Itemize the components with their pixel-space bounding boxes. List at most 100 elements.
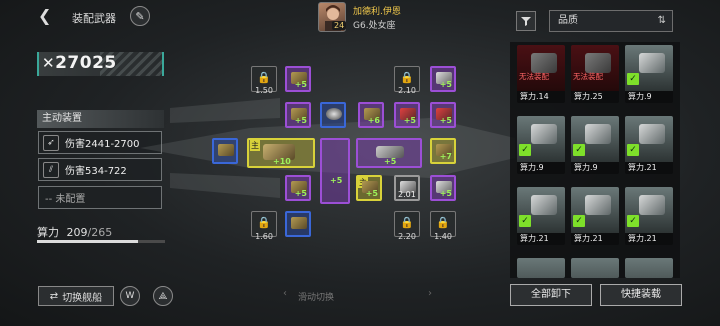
card-label: 算力.9 <box>625 91 673 103</box>
power-accent <box>162 52 164 76</box>
cannon-icon <box>218 144 234 156</box>
plus-label: +5 <box>439 80 452 89</box>
edit-button[interactable]: ✎ <box>130 6 150 26</box>
inventory-card-partial[interactable] <box>571 258 619 278</box>
card-image <box>571 258 619 278</box>
weapon-icon <box>639 53 665 73</box>
power-number: 27025 <box>55 53 117 73</box>
plus-label: +5 <box>439 189 452 198</box>
weapon-slot[interactable]: +6 <box>358 102 384 128</box>
filter-button[interactable] <box>516 11 536 31</box>
weapon-icon <box>639 124 665 144</box>
weapon-icon <box>531 53 557 73</box>
inventory-card[interactable]: ✓ 算力.9 <box>625 45 673 103</box>
plus-label: +5 <box>365 189 378 198</box>
weapon-slot[interactable]: +7 <box>430 138 456 164</box>
check-icon: ✓ <box>627 144 639 156</box>
weapon-icon <box>585 124 611 144</box>
skill-label: -- 未配置 <box>45 194 86 205</box>
check-icon: ✓ <box>627 73 639 85</box>
inventory-card-partial[interactable] <box>517 258 565 278</box>
gatling-icon: ⫽ <box>43 161 59 178</box>
page-title: 装配武器 <box>72 12 116 25</box>
weapon-icon <box>531 124 557 144</box>
calc-label: 算力 209/265 <box>37 224 112 240</box>
inventory-card[interactable]: ✓ 算力.9 <box>571 116 619 174</box>
card-label: 算力.21 <box>625 162 673 174</box>
pilot-name: 加德利.伊恩 <box>353 7 401 17</box>
weapon-icon <box>585 53 611 73</box>
inventory-card[interactable]: 无法装配 算力.25 <box>571 45 619 103</box>
lock-icon: 🔒 <box>257 216 271 229</box>
lock-value: 2.01 <box>398 190 416 199</box>
power-value: ✕27025 <box>42 53 117 73</box>
module-slot[interactable] <box>212 138 238 164</box>
plus-label: +6 <box>367 116 380 125</box>
plus-label: +5 <box>330 176 343 185</box>
switch-ship-button[interactable]: ⇄ 切换舰船 <box>38 286 114 306</box>
warning-label: 无法装配 <box>519 72 549 81</box>
plus-label: +10 <box>273 157 291 166</box>
lock-icon: 🔒 <box>400 71 414 84</box>
missile-icon: ➶ <box>43 134 59 151</box>
inventory-card-partial[interactable] <box>625 258 673 278</box>
fleet-button[interactable]: ⟁ <box>153 286 173 306</box>
inventory-card[interactable]: 无法装配 算力.14 <box>517 45 565 103</box>
check-icon: ✓ <box>627 215 639 227</box>
main-weapon-slot[interactable]: 主 +10 <box>247 138 315 168</box>
card-label: 算力.21 <box>625 233 673 245</box>
card-image <box>517 258 565 278</box>
weapon-slot[interactable]: +5 <box>285 102 311 128</box>
inventory-card[interactable]: ✓ 算力.21 <box>625 116 673 174</box>
module-slot[interactable] <box>320 102 346 128</box>
plus-label: +7 <box>439 152 452 161</box>
check-icon: ✓ <box>573 144 585 156</box>
warning-label: 无法装配 <box>573 72 603 81</box>
card-label: 算力.21 <box>517 233 565 245</box>
inventory-card[interactable]: ✓ 算力.9 <box>517 116 565 174</box>
module-slot[interactable] <box>285 211 311 237</box>
weapon-slot-wide[interactable]: +5 <box>356 138 422 168</box>
inventory-card[interactable]: ✓ 算力.21 <box>517 187 565 245</box>
plus-label: +5 <box>294 116 307 125</box>
weapon-slot-tall[interactable]: +5 <box>320 138 350 204</box>
skill-label: 伤害2441-2700 <box>65 139 140 150</box>
unequip-all-button[interactable]: 全部卸下 <box>510 284 592 306</box>
card-label: 算力.14 <box>517 91 565 103</box>
lock-icon: 🔒 <box>257 71 271 84</box>
weapon-slot[interactable]: +5 <box>394 102 420 128</box>
emblem-button[interactable]: W <box>120 286 140 306</box>
pilot-level: 24 <box>332 21 347 30</box>
weapon-slot[interactable]: 主 +5 <box>356 175 382 201</box>
weapon-slot[interactable]: +5 <box>285 66 311 92</box>
weapon-slot[interactable]: +5 <box>430 175 456 201</box>
sort-dropdown[interactable]: 品质 ⇅ <box>549 10 673 32</box>
calc-fill <box>37 240 139 243</box>
plus-label: +5 <box>384 157 397 166</box>
weapon-slot[interactable]: +5 <box>430 102 456 128</box>
sort-icon[interactable]: ⇅ <box>658 11 666 31</box>
swipe-hint: 滑动切换 <box>298 293 335 303</box>
wings-icon: W <box>125 291 135 301</box>
switch-ship-label: 切换舰船 <box>62 292 103 304</box>
swap-icon: ⇄ <box>49 290 59 302</box>
locked-item-slot[interactable]: 2.01 <box>394 175 420 201</box>
skill-label: 伤害534-722 <box>65 166 127 177</box>
lock-value: 1.50 <box>255 86 273 95</box>
weapon-slot[interactable]: +5 <box>430 66 456 92</box>
card-label: 算力.9 <box>517 162 565 174</box>
inventory-card[interactable]: ✓ 算力.21 <box>571 187 619 245</box>
lock-icon: 🔒 <box>436 216 450 229</box>
card-image <box>625 258 673 278</box>
plus-label: +5 <box>439 116 452 125</box>
calc-title: 算力 <box>37 226 59 239</box>
triangle-icon: ⟁ <box>158 290 168 302</box>
weapon-icon <box>639 195 665 215</box>
chevron-left-icon[interactable]: ❮ <box>38 7 54 25</box>
turret-icon <box>326 108 342 120</box>
swipe-right-icon: › <box>428 288 432 299</box>
inventory-card[interactable]: ✓ 算力.21 <box>625 187 673 245</box>
lock-icon: 🔒 <box>400 216 414 229</box>
weapon-slot[interactable]: +5 <box>285 175 311 201</box>
quick-equip-button[interactable]: 快捷装载 <box>600 284 682 306</box>
